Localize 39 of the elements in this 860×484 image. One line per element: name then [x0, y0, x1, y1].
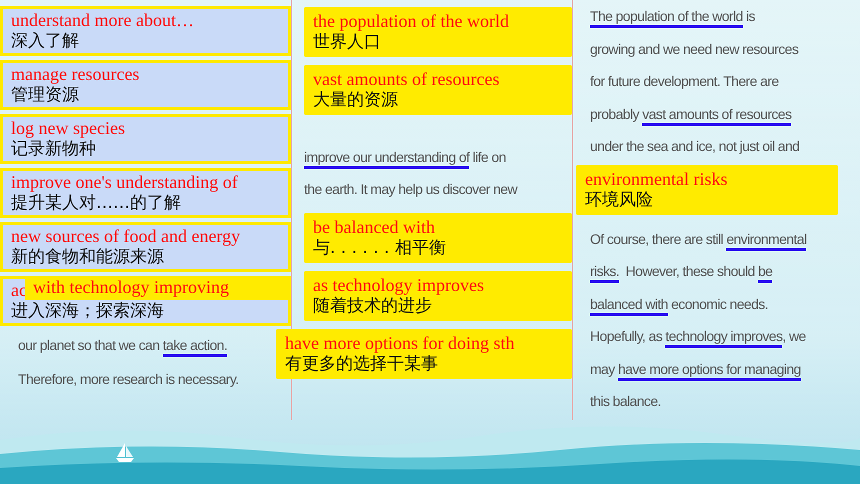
chinese-translation: 有更多的选择干某事 — [285, 354, 438, 375]
english-phrase: manage resources — [11, 64, 140, 85]
chinese-translation: 深入了解 — [11, 31, 79, 52]
chinese-translation: 环境风险 — [585, 190, 653, 210]
chinese-translation: 世界人口 — [313, 32, 381, 53]
chinese-translation: 与. . . . . . 相平衡 — [313, 238, 446, 259]
chinese-translation: 记录新物种 — [11, 139, 96, 160]
article-text: Of course, there are still environmental — [590, 222, 860, 255]
article-text: may have more options for managing — [590, 352, 860, 385]
chinese-translation: 提升某人对……的了解 — [11, 193, 181, 214]
english-phrase: the population of the world — [313, 11, 509, 32]
english-phrase: environmental risks — [585, 168, 728, 190]
article-text: this balance. — [590, 392, 662, 411]
article-text: growing and we need new resources — [590, 40, 800, 59]
english-phrase: with technology improving — [33, 277, 229, 298]
english-phrase: as technology improves — [313, 275, 484, 296]
article-text: The population of the world is — [590, 0, 860, 32]
english-phrase: have more options for doing sth — [285, 333, 514, 354]
chinese-translation: 随着技术的进步 — [313, 296, 432, 317]
article-text: the earth. It may help us discover new — [304, 180, 518, 199]
english-phrase: new sources of food and energy — [11, 226, 240, 247]
article-text: balanced with economic needs. — [590, 288, 860, 320]
sailboat-icon — [114, 442, 136, 464]
chinese-translation: 管理资源 — [11, 85, 79, 106]
article-text: under the sea and ice, not just oil and — [590, 137, 800, 156]
english-phrase: improve one's understanding of — [11, 172, 238, 193]
article-text: probably vast amounts of resources — [590, 98, 860, 130]
english-phrase: be balanced with — [313, 217, 435, 238]
chinese-translation: 新的食物和能源来源 — [11, 247, 164, 268]
article-text: Therefore, more research is necessary. — [17, 370, 240, 389]
article-text: Hopefully, as technology improves, we — [590, 320, 860, 352]
chinese-translation: 大量的资源 — [313, 90, 398, 111]
english-phrase: log new species — [11, 118, 125, 139]
english-phrase: understand more about… — [11, 10, 194, 31]
article-text: for future development. There are — [590, 72, 780, 91]
article-text: improve our understanding of life on — [304, 141, 572, 173]
english-phrase: vast amounts of resources — [313, 69, 500, 90]
chinese-translation: 进入深海；探索深海 — [11, 301, 164, 322]
article-text: risks. However, these should be — [590, 255, 860, 288]
